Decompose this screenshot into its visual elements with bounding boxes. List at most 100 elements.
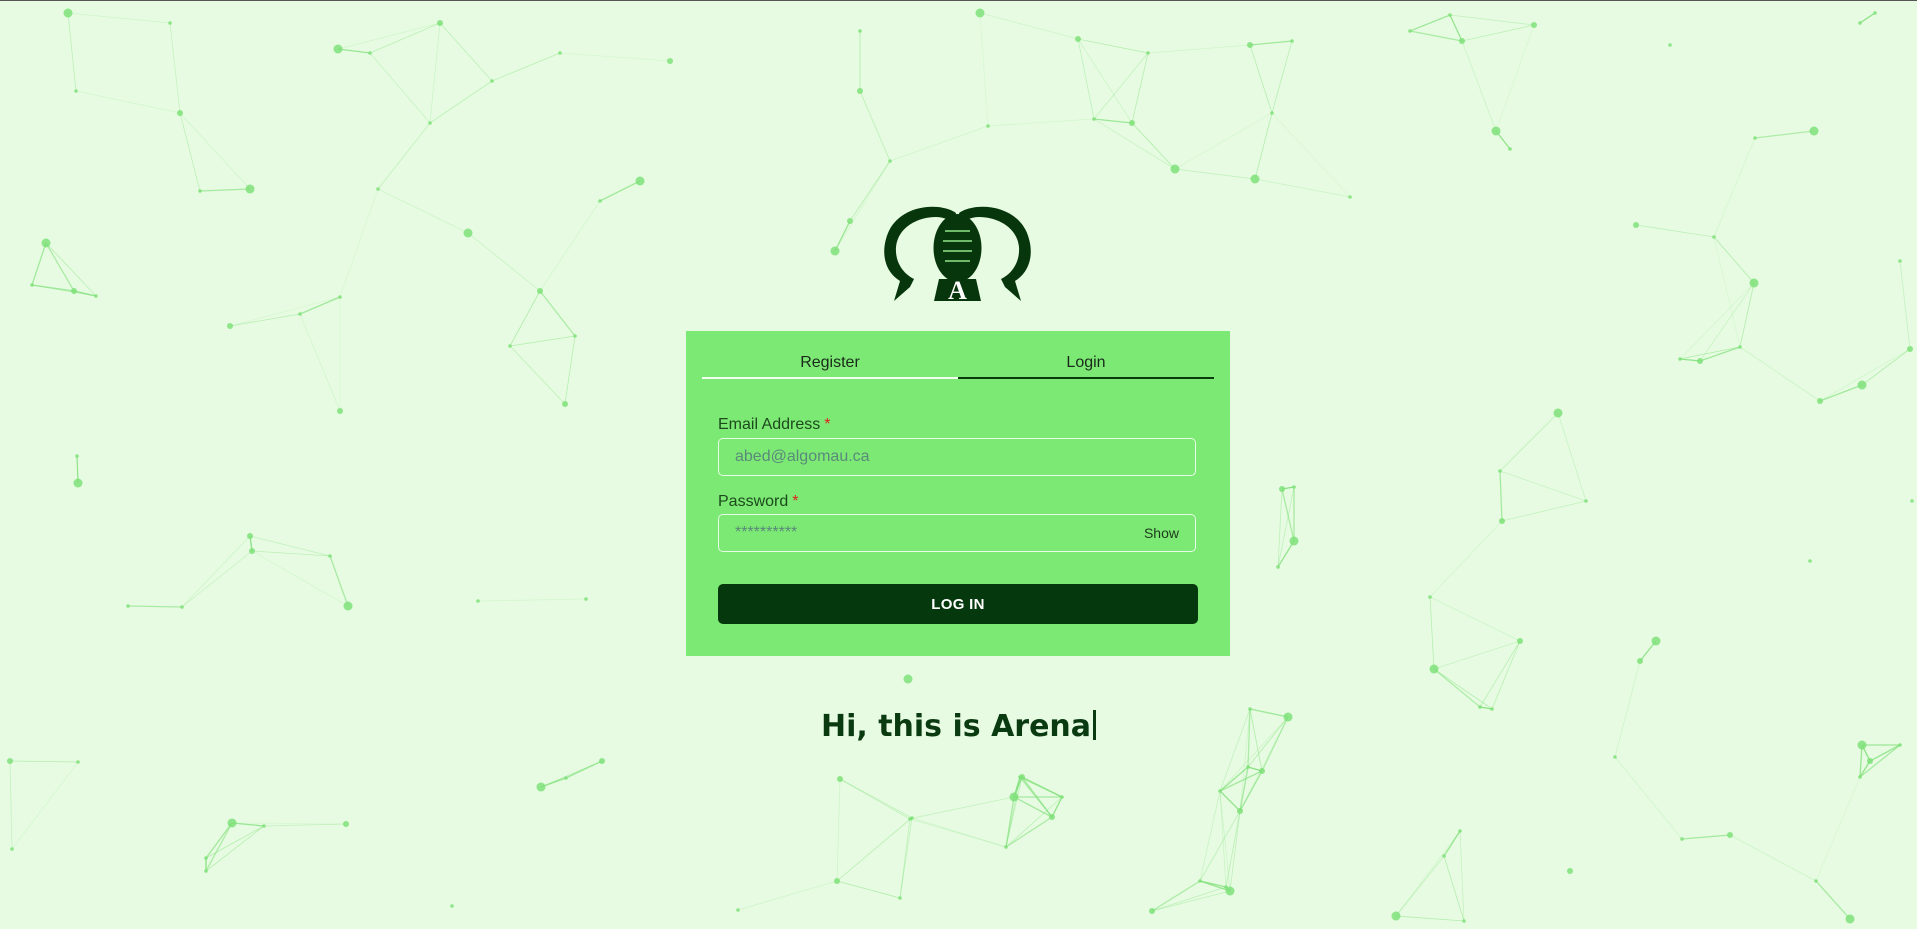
email-required-mark: * — [824, 416, 831, 433]
network-edge — [540, 760, 603, 788]
network-edge — [1093, 52, 1149, 120]
network-edge — [229, 313, 301, 327]
network-node — [537, 288, 543, 294]
network-node — [1680, 837, 1684, 841]
network-edge — [1861, 348, 1911, 386]
network-node — [1391, 911, 1401, 921]
network-edge — [1495, 24, 1535, 132]
network-edge — [836, 880, 901, 899]
network-edge — [1819, 348, 1911, 402]
network-edge — [1713, 236, 1741, 348]
network-node — [573, 334, 577, 338]
network-node — [1517, 638, 1523, 644]
network-node — [1290, 39, 1294, 43]
network-node — [328, 554, 332, 558]
network-node — [333, 44, 343, 54]
network-edge — [467, 232, 541, 292]
network-edge — [1859, 744, 1901, 778]
network-node — [10, 847, 14, 851]
email-field[interactable] — [719, 439, 1195, 475]
network-node — [599, 758, 605, 764]
network-node — [1004, 845, 1008, 849]
network-edge — [181, 550, 253, 608]
network-node — [337, 408, 343, 414]
tab-register[interactable]: Register — [702, 353, 958, 379]
logo-letter: A — [948, 276, 967, 305]
network-node — [73, 478, 83, 488]
network-edge — [179, 112, 201, 192]
login-button[interactable]: LOG IN — [718, 584, 1198, 624]
network-edge — [1501, 500, 1587, 522]
password-field[interactable] — [719, 515, 1195, 551]
network-edge — [1254, 112, 1273, 180]
network-node — [1149, 908, 1155, 914]
network-node — [227, 818, 237, 828]
network-node — [1907, 346, 1913, 352]
network-node — [298, 312, 302, 316]
email-label-text: Email Address — [718, 416, 821, 433]
network-node — [1584, 499, 1588, 503]
network-edge — [491, 52, 561, 82]
network-edge — [9, 760, 13, 850]
network-node — [1857, 380, 1867, 390]
network-edge — [1815, 776, 1861, 882]
network-edge — [1409, 30, 1463, 42]
network-node — [168, 21, 172, 25]
network-edge — [1077, 38, 1149, 54]
network-edge — [911, 796, 1015, 819]
network-edge — [1429, 596, 1521, 642]
network-edge — [509, 290, 541, 347]
network-node — [1237, 808, 1243, 814]
network-edge — [559, 52, 671, 62]
network-edge — [1729, 834, 1817, 882]
tab-login[interactable]: Login — [958, 353, 1214, 379]
network-node — [1858, 775, 1862, 779]
network-node — [1246, 765, 1250, 769]
network-edge — [1499, 470, 1587, 502]
network-node — [450, 904, 454, 908]
network-node — [1668, 43, 1672, 47]
network-node — [1428, 595, 1432, 599]
network-node — [1224, 885, 1228, 889]
network-edge — [1429, 596, 1435, 670]
network-edge — [1271, 40, 1293, 114]
network-edge — [737, 880, 838, 911]
network-edge — [477, 598, 587, 602]
network-edge — [67, 12, 77, 92]
network-edge — [9, 760, 79, 763]
network-node — [903, 674, 913, 684]
network-edge — [1614, 756, 1683, 840]
show-password-button[interactable]: Show — [1144, 525, 1179, 541]
network-node — [558, 51, 562, 55]
network-edge — [987, 118, 1095, 127]
network-node — [74, 89, 78, 93]
network-node — [463, 228, 473, 238]
network-edge — [169, 22, 181, 114]
network-node — [1279, 486, 1285, 492]
network-node — [180, 605, 184, 609]
network-edge — [1093, 118, 1176, 170]
network-node — [1858, 21, 1862, 25]
network-node — [1018, 775, 1022, 779]
network-edge — [1461, 40, 1497, 132]
network-edge — [1491, 640, 1521, 710]
network-node — [1749, 278, 1759, 288]
network-edge — [1409, 14, 1451, 32]
network-edge — [199, 188, 251, 192]
network-node — [1637, 658, 1643, 664]
network-edge — [1151, 886, 1227, 912]
network-node — [1049, 814, 1055, 820]
network-edge — [1249, 40, 1293, 46]
network-edge — [1459, 830, 1465, 922]
network-edge — [229, 296, 341, 327]
network-node — [1567, 868, 1573, 874]
network-edge — [1461, 24, 1535, 42]
network-node — [227, 323, 233, 329]
network-edge — [1859, 744, 1863, 778]
network-edge — [369, 52, 431, 124]
network-edge — [1395, 830, 1461, 917]
network-node — [562, 401, 568, 407]
network-edge — [205, 822, 233, 872]
network-node — [847, 218, 853, 224]
network-node — [338, 295, 342, 299]
